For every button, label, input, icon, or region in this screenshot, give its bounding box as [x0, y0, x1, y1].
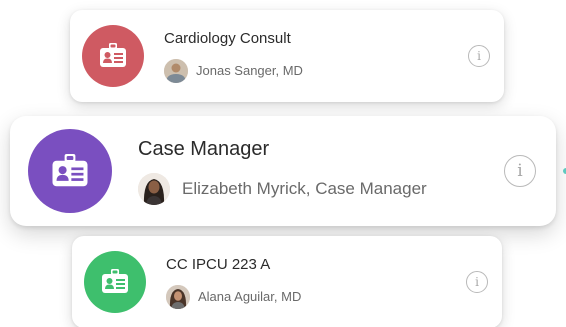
card-title: Case Manager: [138, 137, 270, 160]
id-card-icon: [52, 153, 88, 186]
assigned-person[interactable]: Alana Aguilar, MD: [166, 284, 466, 309]
info-icon[interactable]: i: [468, 45, 490, 67]
info-icon[interactable]: i: [504, 155, 536, 187]
care-team-card-cc-ipcu[interactable]: CC IPCU 223 A Alana Aguilar, MD i: [72, 236, 502, 327]
role-avatar: [84, 251, 146, 313]
info-glyph: i: [475, 275, 479, 289]
info-glyph: i: [477, 49, 481, 63]
role-avatar: [82, 25, 144, 87]
info-glyph: i: [517, 161, 523, 181]
person-name: Alana Aguilar, MD: [198, 289, 302, 304]
person-avatar: [138, 172, 170, 205]
assigned-person[interactable]: Jonas Sanger, MD: [164, 58, 468, 83]
card-title: Cardiology Consult: [164, 29, 291, 47]
care-team-card-cardiology[interactable]: Cardiology Consult Jonas Sanger, MD i: [70, 10, 504, 102]
assigned-person[interactable]: Elizabeth Myrick, Case Manager: [138, 172, 504, 205]
person-avatar: [164, 58, 188, 83]
person-name: Elizabeth Myrick, Case Manager: [182, 178, 427, 198]
id-card-icon: [100, 43, 126, 67]
person-avatar: [166, 284, 190, 309]
info-icon[interactable]: i: [466, 271, 488, 293]
care-team-card-case-manager[interactable]: Case Manager Elizabeth Myrick, Case Mana…: [10, 116, 556, 226]
id-card-icon: [102, 269, 128, 293]
person-name: Jonas Sanger, MD: [196, 63, 303, 78]
role-avatar: [28, 129, 112, 213]
card-title: CC IPCU 223 A: [166, 255, 271, 273]
care-team-panel: Cardiology Consult Jonas Sanger, MD i Ca…: [0, 0, 566, 327]
